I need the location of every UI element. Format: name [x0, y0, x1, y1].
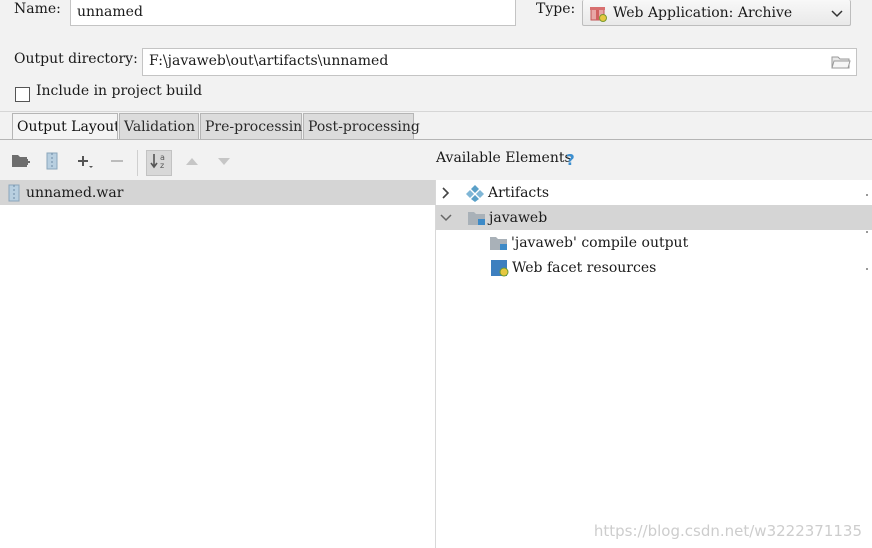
web-facet-icon — [490, 259, 510, 277]
tab-validation[interactable]: Validation — [119, 113, 199, 140]
tab-bar: Output Layout Validation Pre-processing … — [12, 113, 420, 140]
include-in-build-checkbox[interactable] — [15, 87, 30, 102]
tree-item-label: Web facet resources — [512, 259, 657, 276]
tab-post-processing[interactable]: Post-processing — [303, 113, 420, 140]
watermark: https://blog.csdn.net/w3222371135 — [593, 522, 862, 540]
tree-item-javaweb[interactable]: javaweb — [436, 205, 872, 230]
chevron-right-icon[interactable] — [440, 186, 452, 200]
module-folder-icon — [467, 209, 487, 227]
war-archive-icon — [7, 184, 21, 202]
tree-item-label: 'javaweb' compile output — [511, 234, 689, 251]
remove-button[interactable] — [106, 152, 128, 174]
available-elements-tree[interactable]: Artifacts javaweb 'javaweb' compile outp… — [436, 180, 872, 548]
triangle-down-icon — [216, 155, 232, 171]
resize-handle[interactable] — [866, 186, 869, 286]
add-copy-button[interactable] — [74, 152, 96, 174]
section-divider — [0, 111, 872, 112]
sort-alpha-icon: a z — [149, 151, 169, 175]
output-directory-input[interactable]: F:\javaweb\out\artifacts\unnamed — [142, 48, 857, 76]
tab-underline — [0, 139, 872, 140]
name-label: Name: — [14, 1, 61, 17]
tree-item-compile-output[interactable]: 'javaweb' compile output — [436, 230, 872, 255]
move-down-button[interactable] — [213, 152, 235, 174]
name-input[interactable]: unnamed — [70, 0, 516, 26]
svg-text:z: z — [160, 161, 164, 170]
new-folder-icon — [11, 153, 31, 173]
output-layout-tree[interactable]: unnamed.war — [0, 180, 436, 548]
tree-item-label: Artifacts — [488, 184, 550, 201]
tree-item-label: unnamed.war — [26, 184, 124, 201]
tree-item-web-facet-resources[interactable]: Web facet resources — [436, 255, 872, 280]
new-directory-button[interactable] — [10, 152, 32, 174]
artifacts-icon — [466, 184, 484, 202]
toolbar-separator — [137, 150, 138, 176]
tab-output-layout[interactable]: Output Layout — [12, 113, 118, 140]
type-label: Type: — [536, 1, 576, 17]
output-directory-label: Output directory: — [14, 51, 138, 67]
available-elements-header: Available Elements — [436, 150, 572, 166]
type-select-value: Web Application: Archive — [613, 4, 793, 21]
archive-icon — [45, 152, 59, 174]
chevron-down-icon — [830, 6, 844, 20]
compile-output-folder-icon — [489, 234, 509, 252]
tab-pre-processing[interactable]: Pre-processing — [200, 113, 311, 140]
type-select[interactable]: Web Application: Archive — [582, 0, 851, 26]
include-in-build-label[interactable]: Include in project build — [36, 83, 202, 99]
tree-item-unnamed-war[interactable]: unnamed.war — [0, 180, 435, 205]
triangle-up-icon — [184, 155, 200, 171]
create-archive-button[interactable] — [41, 152, 63, 174]
web-archive-icon — [589, 4, 607, 22]
browse-folder-icon[interactable] — [831, 54, 851, 70]
plus-dropdown-icon — [75, 152, 95, 174]
move-up-button[interactable] — [181, 152, 203, 174]
chevron-down-icon[interactable] — [439, 212, 453, 224]
tree-item-artifacts[interactable]: Artifacts — [436, 180, 872, 205]
output-directory-value: F:\javaweb\out\artifacts\unnamed — [149, 53, 389, 69]
minus-icon — [109, 153, 125, 173]
help-icon[interactable]: ? — [566, 151, 575, 169]
tree-item-label: javaweb — [489, 209, 548, 226]
sort-elements-button[interactable]: a z — [146, 150, 172, 176]
